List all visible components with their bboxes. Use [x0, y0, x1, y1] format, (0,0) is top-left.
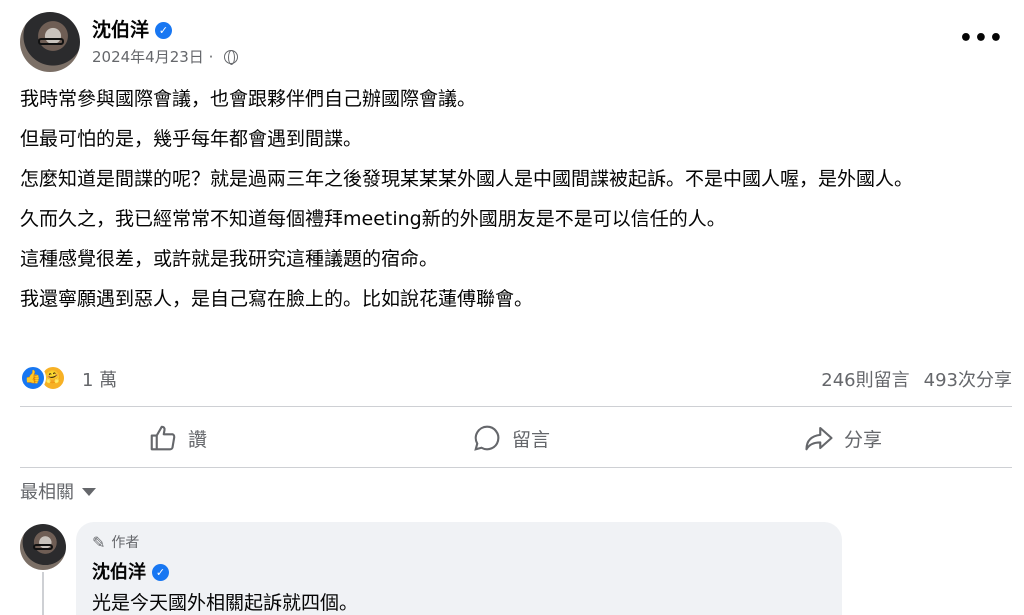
post-paragraph: 怎麼知道是間諜的呢？就是過兩三年之後發現某某某外國人是中國間諜被起訴。不是中國人… [20, 168, 914, 190]
share-count[interactable]: 493次分享 [924, 370, 1012, 391]
post-meta: 2024年4月23日 · [92, 46, 239, 67]
verified-icon: ✓ [155, 22, 173, 39]
comment-bubble: ✎ 作者 沈伯洋 ✓ 光是今天國外相關起訴就四個。 [76, 522, 842, 615]
post-paragraph: 我還寧願遇到惡人，是自己寫在臉上的。比如說花蓮傅聯會。 [20, 288, 534, 310]
comment-bubble-icon [474, 425, 500, 451]
comment-filter-dropdown[interactable]: 最相關 [20, 478, 96, 504]
reactions-bar: 👍 🤗 1 萬 246則留言 493次分享 [20, 364, 1012, 392]
meta-separator: · [208, 48, 214, 66]
author-badge-label: 作者 [111, 535, 140, 551]
post-paragraph: 我時常參與國際會議，也會跟夥伴們自己辦國際會議。 [20, 88, 477, 110]
share-button[interactable]: 分享 [804, 418, 882, 458]
reaction-count[interactable]: 1 萬 [82, 366, 117, 392]
comment-label: 留言 [512, 428, 551, 451]
post-author-name[interactable]: 沈伯洋 [92, 19, 149, 41]
like-label: 讚 [188, 428, 208, 451]
share-arrow-icon [805, 426, 833, 451]
author-avatar[interactable] [20, 12, 80, 72]
post-body: 我時常參與國際會議，也會跟夥伴們自己辦國際會議。 但最可怕的是，幾乎每年都會遇到… [20, 84, 1010, 324]
post-paragraph: 但最可怕的是，幾乎每年都會遇到間諜。 [20, 128, 363, 150]
action-bar: 讚 留言 分享 [20, 410, 1012, 466]
like-reaction-icon[interactable]: 👍 [20, 365, 46, 391]
verified-icon: ✓ [152, 564, 169, 581]
avatar-glasses [33, 544, 53, 550]
post-date[interactable]: 2024年4月23日 [92, 48, 204, 66]
divider [20, 467, 1012, 468]
author-badge: ✎ 作者 [92, 532, 826, 552]
comment-button[interactable]: 留言 [472, 418, 550, 458]
comment-author-name[interactable]: 沈伯洋 [92, 562, 146, 583]
like-button[interactable]: 讚 [148, 418, 207, 458]
comment-filter-label: 最相關 [20, 482, 74, 503]
post-paragraph: 這種感覺很差，或許就是我研究這種議題的宿命。 [20, 248, 439, 270]
pencil-icon: ✎ [92, 532, 106, 552]
commenter-avatar[interactable] [20, 524, 66, 570]
more-options-button[interactable]: ••• [959, 26, 1004, 51]
thumbs-up-icon [150, 425, 176, 451]
divider [20, 406, 1012, 407]
post-paragraph: 久而久之，我已經常常不知道每個禮拜meeting新的外國朋友是不是可以信任的人。 [20, 208, 726, 230]
post-stats: 246則留言 493次分享 [807, 366, 1012, 392]
post-header: 沈伯洋 ✓ 2024年4月23日 · ••• [20, 12, 1010, 74]
share-label: 分享 [844, 428, 883, 451]
globe-icon [224, 50, 239, 65]
post-author[interactable]: 沈伯洋 ✓ [92, 15, 173, 42]
caret-down-icon [82, 488, 96, 496]
comment-author[interactable]: 沈伯洋 ✓ [92, 558, 826, 584]
comment-count[interactable]: 246則留言 [821, 370, 909, 391]
thread-line [42, 572, 44, 615]
avatar-glasses [38, 38, 64, 45]
comment-text: 光是今天國外相關起訴就四個。 [92, 592, 359, 614]
